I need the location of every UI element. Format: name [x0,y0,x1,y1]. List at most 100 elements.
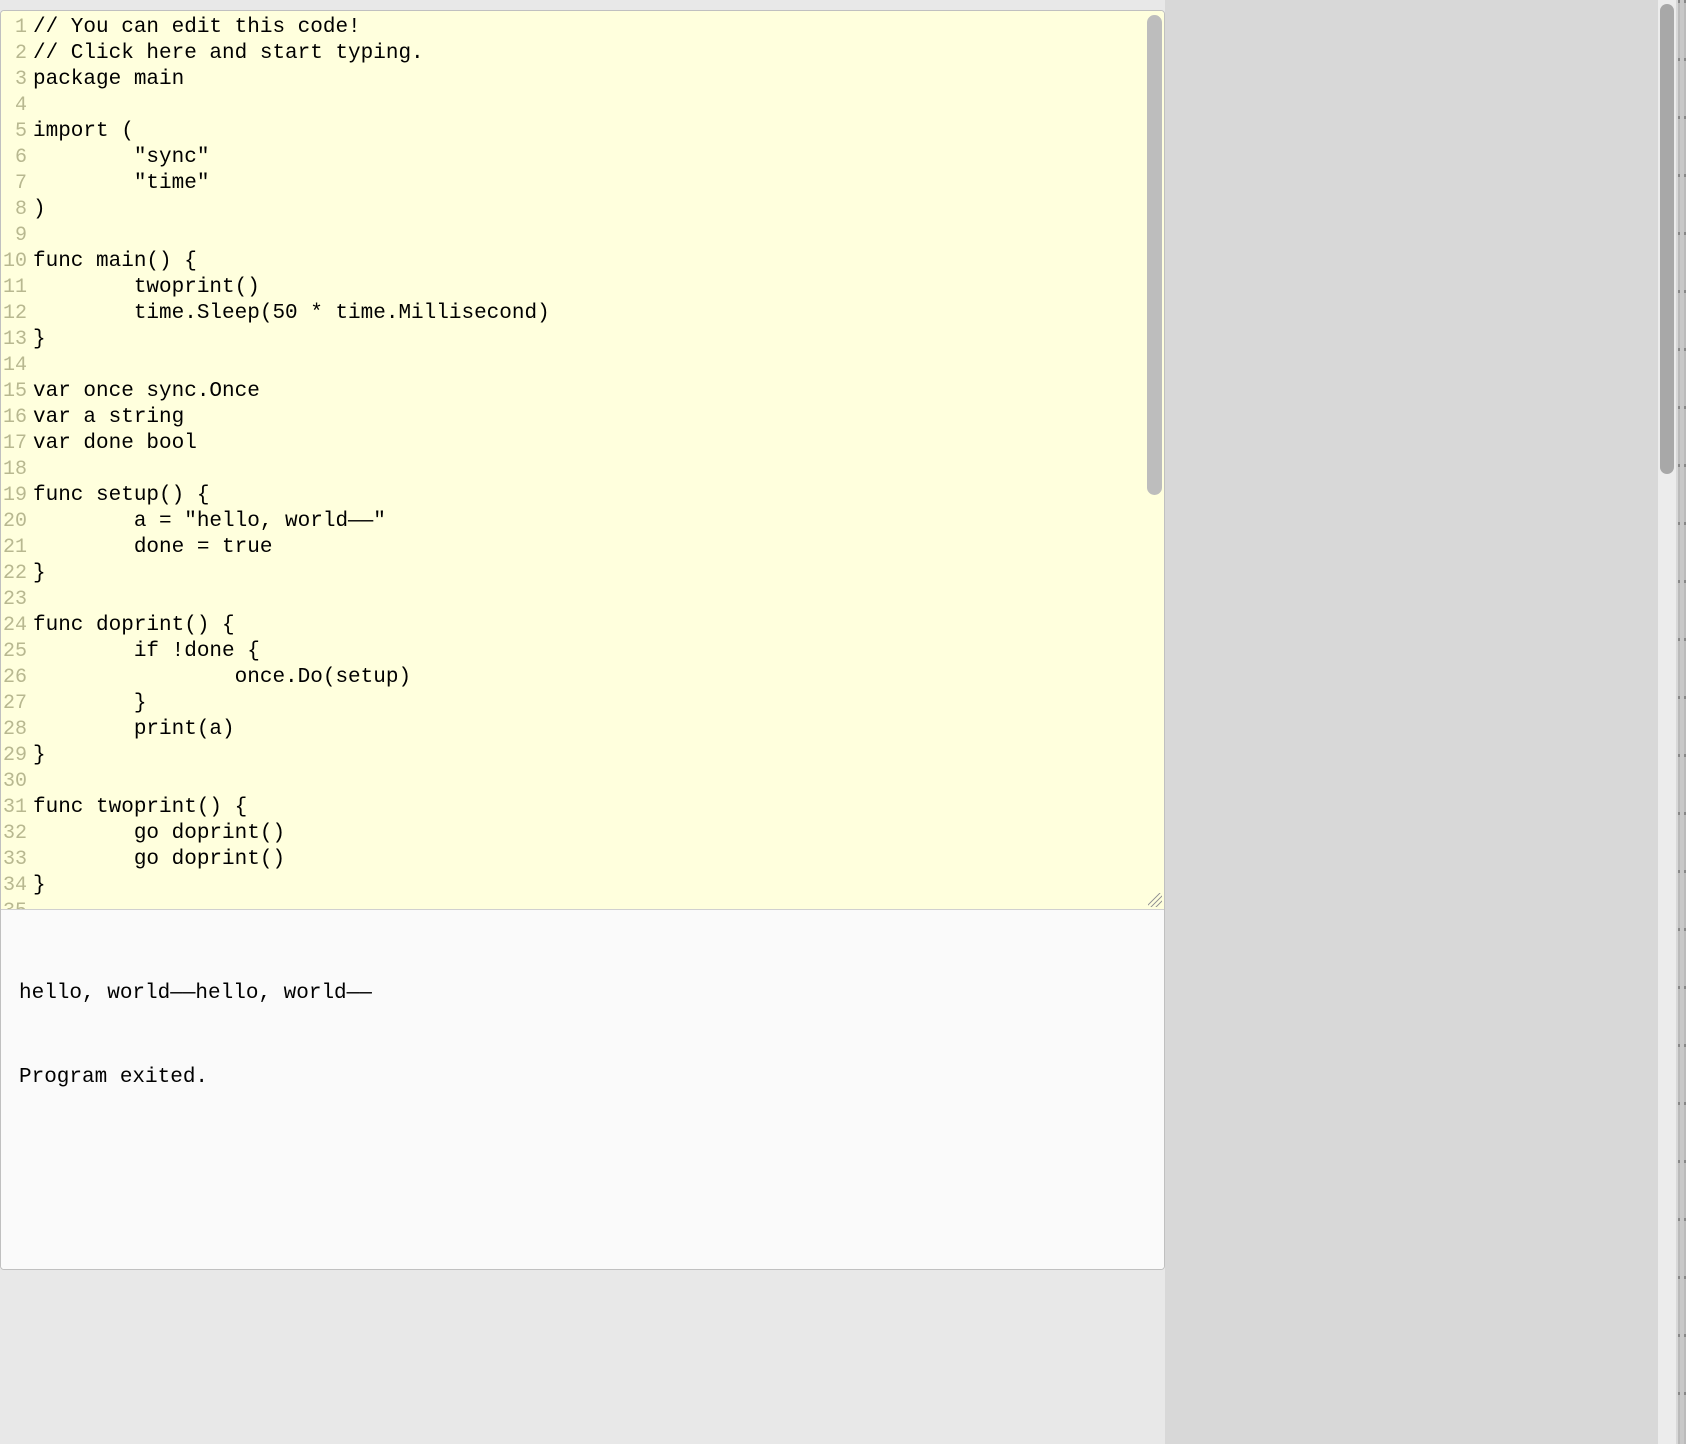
line-content[interactable]: } [31,327,46,353]
line-content[interactable]: done = true [31,535,272,561]
right-background [1165,0,1686,1444]
line-content[interactable]: func doprint() { [31,613,235,639]
code-line[interactable]: 27 } [1,691,1164,717]
line-number: 24 [1,613,31,639]
window-scrollbar-track[interactable] [1658,0,1676,1444]
window-divider [1678,0,1686,1444]
code-line[interactable]: 8) [1,197,1164,223]
code-line[interactable]: 21 done = true [1,535,1164,561]
line-content[interactable]: go doprint() [31,847,285,873]
code-line[interactable]: 26 once.Do(setup) [1,665,1164,691]
code-line[interactable]: 5import ( [1,119,1164,145]
line-content[interactable]: // Click here and start typing. [31,41,424,67]
line-number: 19 [1,483,31,509]
line-number: 18 [1,457,31,483]
output-status: Program exited. [19,1064,1146,1092]
code-line[interactable]: 2// Click here and start typing. [1,41,1164,67]
code-line[interactable]: 22} [1,561,1164,587]
code-line[interactable]: 20 a = "hello, world——" [1,509,1164,535]
line-number: 7 [1,171,31,197]
line-number: 11 [1,275,31,301]
line-content[interactable]: } [31,873,46,899]
code-line[interactable]: 18 [1,457,1164,483]
code-line[interactable]: 9 [1,223,1164,249]
line-number: 15 [1,379,31,405]
line-number: 6 [1,145,31,171]
code-line[interactable]: 34} [1,873,1164,899]
line-content[interactable]: var once sync.Once [31,379,260,405]
line-content[interactable]: ) [31,197,46,223]
line-content[interactable]: once.Do(setup) [31,665,411,691]
code-line[interactable]: 28 print(a) [1,717,1164,743]
line-content[interactable]: if !done { [31,639,260,665]
line-number: 12 [1,301,31,327]
code-line[interactable]: 19func setup() { [1,483,1164,509]
line-number: 25 [1,639,31,665]
code-editor[interactable]: 1// You can edit this code!2// Click her… [1,11,1164,909]
window-scrollbar-thumb[interactable] [1660,4,1674,474]
code-line[interactable]: 23 [1,587,1164,613]
code-line[interactable]: 14 [1,353,1164,379]
code-line[interactable]: 6 "sync" [1,145,1164,171]
code-line[interactable]: 1// You can edit this code! [1,15,1164,41]
line-content[interactable]: go doprint() [31,821,285,847]
line-content[interactable]: print(a) [31,717,235,743]
code-line[interactable]: 24func doprint() { [1,613,1164,639]
line-number: 10 [1,249,31,275]
page-wrapper: 1// You can edit this code!2// Click her… [0,0,1686,1444]
line-content[interactable]: var a string [31,405,184,431]
editor-scrollbar-thumb[interactable] [1147,15,1162,495]
line-content[interactable]: func main() { [31,249,197,275]
line-number: 9 [1,223,31,249]
line-content[interactable]: // You can edit this code! [31,15,361,41]
line-content[interactable]: "time" [31,171,209,197]
code-line[interactable]: 32 go doprint() [1,821,1164,847]
code-line[interactable]: 30 [1,769,1164,795]
code-line[interactable]: 17var done bool [1,431,1164,457]
line-number: 5 [1,119,31,145]
code-line[interactable]: 35 [1,899,1164,909]
code-container[interactable]: 1// You can edit this code!2// Click her… [1,11,1164,909]
code-line[interactable]: 15var once sync.Once [1,379,1164,405]
code-line[interactable]: 29} [1,743,1164,769]
line-number: 33 [1,847,31,873]
line-content[interactable]: func twoprint() { [31,795,247,821]
code-line[interactable]: 7 "time" [1,171,1164,197]
line-number: 1 [1,15,31,41]
line-number: 28 [1,717,31,743]
code-line[interactable]: 31func twoprint() { [1,795,1164,821]
output-line: hello, world——hello, world—— [19,980,1146,1008]
code-line[interactable]: 13} [1,327,1164,353]
line-content[interactable]: package main [31,67,184,93]
line-number: 32 [1,821,31,847]
line-number: 17 [1,431,31,457]
code-line[interactable]: 12 time.Sleep(50 * time.Millisecond) [1,301,1164,327]
code-line[interactable]: 33 go doprint() [1,847,1164,873]
resize-handle-icon[interactable] [1146,891,1164,909]
code-line[interactable]: 16var a string [1,405,1164,431]
code-line[interactable]: 25 if !done { [1,639,1164,665]
line-number: 23 [1,587,31,613]
code-line[interactable]: 3package main [1,67,1164,93]
line-content[interactable]: "sync" [31,145,209,171]
line-content[interactable]: } [31,561,46,587]
line-content[interactable]: func setup() { [31,483,209,509]
line-number: 27 [1,691,31,717]
line-content[interactable]: time.Sleep(50 * time.Millisecond) [31,301,550,327]
main-panel: 1// You can edit this code!2// Click her… [0,10,1165,1270]
line-content[interactable]: } [31,691,146,717]
line-number: 13 [1,327,31,353]
window-divider-inner [1680,0,1684,1444]
line-content[interactable]: a = "hello, world——" [31,509,386,535]
line-content[interactable]: var done bool [31,431,197,457]
line-content[interactable]: import ( [31,119,134,145]
line-number: 8 [1,197,31,223]
line-content[interactable]: } [31,743,46,769]
line-number: 29 [1,743,31,769]
code-line[interactable]: 10func main() { [1,249,1164,275]
line-number: 34 [1,873,31,899]
code-line[interactable]: 11 twoprint() [1,275,1164,301]
line-content[interactable]: twoprint() [31,275,260,301]
line-number: 35 [1,899,31,909]
code-line[interactable]: 4 [1,93,1164,119]
